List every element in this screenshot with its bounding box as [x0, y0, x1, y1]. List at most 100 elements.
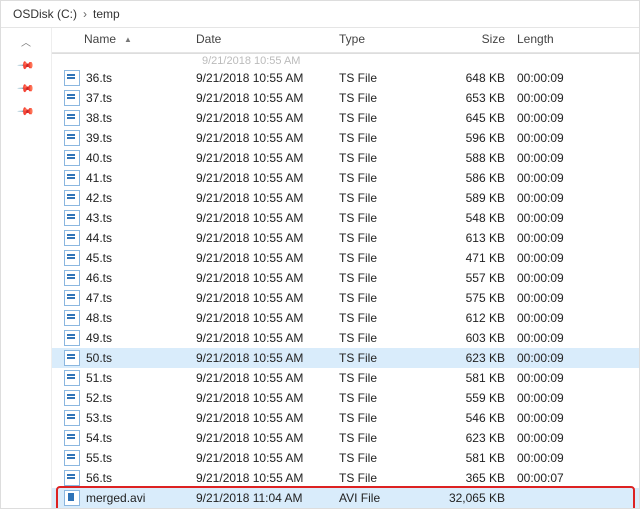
file-date: 9/21/2018 10:55 AM: [190, 171, 333, 185]
file-date: 9/21/2018 10:55 AM: [190, 231, 333, 245]
file-row[interactable]: 39.ts9/21/2018 10:55 AMTS File596 KB00:0…: [52, 128, 639, 148]
file-date: 9/21/2018 10:55 AM: [190, 191, 333, 205]
file-type: TS File: [333, 251, 435, 265]
file-length: 00:00:09: [511, 171, 591, 185]
file-size: 581 KB: [435, 371, 511, 385]
file-size: 623 KB: [435, 351, 511, 365]
ts-file-icon: [64, 450, 80, 466]
file-name: 55.ts: [86, 451, 112, 465]
file-type: TS File: [333, 471, 435, 485]
file-row[interactable]: 40.ts9/21/2018 10:55 AMTS File588 KB00:0…: [52, 148, 639, 168]
file-name: 46.ts: [86, 271, 112, 285]
column-header-date[interactable]: Date: [190, 32, 333, 46]
file-name: 45.ts: [86, 251, 112, 265]
column-header-size[interactable]: Size: [435, 32, 511, 46]
file-size: 471 KB: [435, 251, 511, 265]
quick-access-sidebar: ︿ 📌 📌 📌: [1, 28, 52, 508]
file-size: 645 KB: [435, 111, 511, 125]
file-size: 648 KB: [435, 71, 511, 85]
file-date: 9/21/2018 10:55 AM: [190, 351, 333, 365]
ts-file-icon: [64, 170, 80, 186]
file-length: 00:00:09: [511, 311, 591, 325]
file-row[interactable]: 46.ts9/21/2018 10:55 AMTS File557 KB00:0…: [52, 268, 639, 288]
file-length: 00:00:09: [511, 351, 591, 365]
file-size: 653 KB: [435, 91, 511, 105]
file-type: TS File: [333, 431, 435, 445]
file-length: 00:00:09: [511, 411, 591, 425]
pin-icon[interactable]: 📌: [17, 79, 36, 98]
file-row[interactable]: 43.ts9/21/2018 10:55 AMTS File548 KB00:0…: [52, 208, 639, 228]
breadcrumb[interactable]: OSDisk (C:) › temp: [1, 1, 639, 28]
pin-icon[interactable]: 📌: [17, 56, 36, 75]
file-row[interactable]: merged.avi9/21/2018 11:04 AMAVI File32,0…: [52, 488, 639, 508]
ts-file-icon: [64, 350, 80, 366]
file-name: 49.ts: [86, 331, 112, 345]
file-row[interactable]: 55.ts9/21/2018 10:55 AMTS File581 KB00:0…: [52, 448, 639, 468]
file-row[interactable]: 44.ts9/21/2018 10:55 AMTS File613 KB00:0…: [52, 228, 639, 248]
file-name: 38.ts: [86, 111, 112, 125]
file-size: 546 KB: [435, 411, 511, 425]
file-type: TS File: [333, 151, 435, 165]
breadcrumb-current[interactable]: temp: [93, 7, 120, 21]
ts-file-icon: [64, 130, 80, 146]
file-row[interactable]: 38.ts9/21/2018 10:55 AMTS File645 KB00:0…: [52, 108, 639, 128]
partial-row: 9/21/2018 10:55 AM: [52, 53, 639, 68]
file-date: 9/21/2018 10:55 AM: [190, 391, 333, 405]
file-row[interactable]: 50.ts 9/21/2018 10:55 AMTS File623 KB00:0…: [52, 348, 639, 368]
file-length: 00:00:07: [511, 471, 591, 485]
file-type: TS File: [333, 351, 435, 365]
file-row[interactable]: 56.ts9/21/2018 10:55 AMTS File365 KB00:0…: [52, 468, 639, 488]
file-length: 00:00:09: [511, 151, 591, 165]
file-name: 50.ts: [86, 351, 112, 365]
file-row[interactable]: 53.ts9/21/2018 10:55 AMTS File546 KB00:0…: [52, 408, 639, 428]
file-type: TS File: [333, 171, 435, 185]
file-row[interactable]: 52.ts9/21/2018 10:55 AMTS File559 KB00:0…: [52, 388, 639, 408]
file-length: 00:00:09: [511, 391, 591, 405]
file-row[interactable]: 49.ts9/21/2018 10:55 AMTS File603 KB00:0…: [52, 328, 639, 348]
file-length: 00:00:09: [511, 211, 591, 225]
file-size: 581 KB: [435, 451, 511, 465]
file-type: TS File: [333, 191, 435, 205]
file-row[interactable]: 45.ts9/21/2018 10:55 AMTS File471 KB00:0…: [52, 248, 639, 268]
file-size: 589 KB: [435, 191, 511, 205]
file-row[interactable]: 36.ts9/21/2018 10:55 AMTS File648 KB00:0…: [52, 68, 639, 88]
file-row[interactable]: 48.ts9/21/2018 10:55 AMTS File612 KB00:0…: [52, 308, 639, 328]
file-size: 557 KB: [435, 271, 511, 285]
file-row[interactable]: 41.ts9/21/2018 10:55 AMTS File586 KB00:0…: [52, 168, 639, 188]
file-length: 00:00:09: [511, 431, 591, 445]
file-type: TS File: [333, 411, 435, 425]
file-date: 9/21/2018 10:55 AM: [190, 71, 333, 85]
file-row[interactable]: 54.ts9/21/2018 10:55 AMTS File623 KB00:0…: [52, 428, 639, 448]
file-length: 00:00:09: [511, 91, 591, 105]
file-row[interactable]: 37.ts9/21/2018 10:55 AMTS File653 KB00:0…: [52, 88, 639, 108]
file-row[interactable]: 51.ts9/21/2018 10:55 AMTS File581 KB00:0…: [52, 368, 639, 388]
file-type: TS File: [333, 211, 435, 225]
file-type: TS File: [333, 311, 435, 325]
ts-file-icon: [64, 430, 80, 446]
column-header-name[interactable]: Name ▲: [52, 32, 190, 46]
ts-file-icon: [64, 330, 80, 346]
file-date: 9/21/2018 10:55 AM: [190, 111, 333, 125]
file-name: 52.ts: [86, 391, 112, 405]
file-length: 00:00:09: [511, 271, 591, 285]
file-date: 9/21/2018 10:55 AM: [190, 151, 333, 165]
ts-file-icon: [64, 190, 80, 206]
file-size: 32,065 KB: [435, 491, 511, 505]
chevron-right-icon: ›: [83, 7, 87, 21]
ts-file-icon: [64, 370, 80, 386]
column-header-type[interactable]: Type: [333, 32, 435, 46]
column-header-length[interactable]: Length: [511, 32, 591, 46]
ts-file-icon: [64, 70, 80, 86]
file-row[interactable]: 47.ts9/21/2018 10:55 AMTS File575 KB00:0…: [52, 288, 639, 308]
pin-icon[interactable]: 📌: [17, 102, 36, 121]
file-size: 603 KB: [435, 331, 511, 345]
chevron-up-icon[interactable]: ︿: [21, 34, 31, 49]
file-size: 548 KB: [435, 211, 511, 225]
file-row[interactable]: 42.ts9/21/2018 10:55 AMTS File589 KB00:0…: [52, 188, 639, 208]
file-type: TS File: [333, 391, 435, 405]
file-date: 9/21/2018 10:55 AM: [190, 331, 333, 345]
file-date: 9/21/2018 10:55 AM: [190, 131, 333, 145]
breadcrumb-root[interactable]: OSDisk (C:): [13, 7, 77, 21]
file-size: 623 KB: [435, 431, 511, 445]
file-name: 41.ts: [86, 171, 112, 185]
